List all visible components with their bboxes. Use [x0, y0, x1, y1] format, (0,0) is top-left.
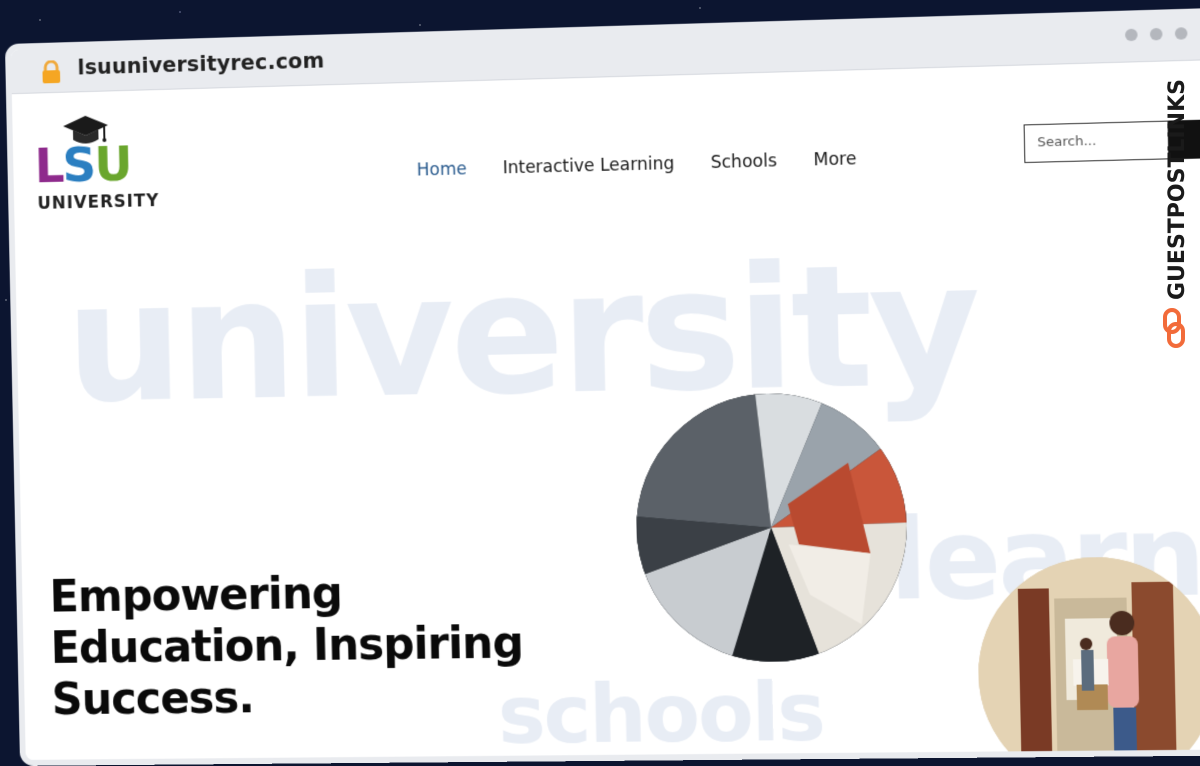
background-word-university: university [64, 239, 979, 426]
nav-item-home[interactable]: Home [417, 159, 467, 180]
logo-letter-u: U [94, 136, 131, 192]
chain-link-icon [1165, 310, 1183, 346]
web-page: university learnin schools LSU UNIVERSIT… [12, 59, 1200, 760]
browser-mockup: lsuuniversityrec.com university learnin … [0, 0, 1200, 675]
logo-wordmark: LSU [34, 140, 131, 190]
watermark-text-graphic: GUESTPOSTLINKS [1154, 60, 1194, 360]
guestpostlinks-watermark: GUESTPOSTLINKS [1154, 60, 1194, 360]
window-dot-3[interactable] [1175, 27, 1188, 40]
books-image [634, 391, 910, 663]
watermark-label: GUESTPOSTLINKS [1165, 79, 1190, 300]
logo-subtitle: UNIVERSITY [37, 191, 159, 214]
lock-icon [40, 60, 62, 84]
logo-letter-l: L [34, 138, 63, 194]
hero-headline: Empowering Education, Inspiring Success. [49, 565, 524, 726]
main-nav: Home Interactive Learning Schools More [417, 149, 857, 180]
headline-line-3: Success. [51, 670, 524, 727]
background-word-schools: schools [497, 672, 824, 756]
nav-item-interactive-learning[interactable]: Interactive Learning [502, 154, 674, 178]
nav-item-schools[interactable]: Schools [710, 151, 777, 173]
nav-item-more[interactable]: More [813, 149, 856, 170]
window-dot-2[interactable] [1150, 28, 1163, 41]
search-input[interactable]: Search... [1024, 121, 1170, 163]
logo-letter-s: S [62, 137, 95, 193]
headline-line-2: Education, Inspiring [50, 617, 523, 674]
browser-window: lsuuniversityrec.com university learnin … [5, 7, 1200, 766]
window-controls [1125, 27, 1188, 41]
address-bar-url[interactable]: lsuuniversityrec.com [77, 48, 324, 79]
site-logo[interactable]: LSU UNIVERSITY [34, 110, 163, 212]
headline-line-1: Empowering [49, 565, 522, 623]
books-photo [634, 391, 910, 663]
window-dot-1[interactable] [1125, 29, 1138, 42]
